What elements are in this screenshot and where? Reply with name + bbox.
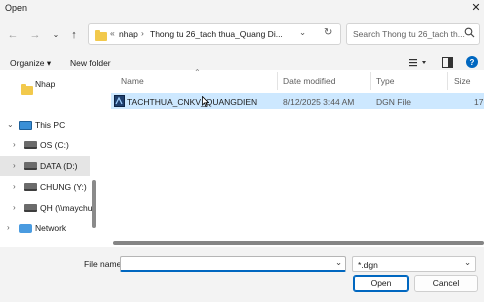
file-type-value[interactable]: *.dgn [358, 260, 378, 270]
chevron-right-icon[interactable]: › [13, 177, 16, 197]
chevron-down-icon[interactable]: ⌄ [335, 257, 342, 268]
drive-icon [24, 162, 37, 170]
search-icon[interactable] [464, 27, 475, 38]
preview-pane-icon[interactable] [442, 57, 453, 68]
chevron-right-icon[interactable]: › [13, 198, 16, 218]
column-divider[interactable] [277, 72, 278, 90]
search-placeholder[interactable]: Search Thong tu 26_tach th... [353, 29, 465, 39]
file-name: TACHTHUA_CNKV_QUANGDIEN [127, 97, 258, 107]
help-icon[interactable]: ? [466, 56, 478, 68]
cancel-button[interactable]: Cancel [414, 275, 478, 292]
title-bar [0, 0, 484, 16]
sidebar-item-label: Network [35, 223, 67, 233]
breadcrumb-segment[interactable]: nhap [119, 29, 138, 39]
sidebar-item-chung-y[interactable]: › CHUNG (Y:) [0, 177, 90, 197]
sidebar-item-label: OS (C:) [40, 140, 69, 150]
drive-icon [24, 183, 37, 191]
sidebar-item-label: CHUNG (Y:) [40, 182, 87, 192]
refresh-icon[interactable]: ↻ [324, 27, 332, 38]
sidebar-item-qh-maychu[interactable]: › QH (\\maychu) [0, 198, 95, 218]
open-button[interactable]: Open [353, 275, 409, 292]
file-row[interactable]: TACHTHUA_CNKV_QUANGDIEN 8/12/2025 3:44 A… [111, 93, 484, 109]
chevron-right-icon[interactable]: › [13, 156, 16, 176]
new-folder-button[interactable]: New folder [70, 58, 111, 68]
column-header-date[interactable]: Date modified [283, 76, 335, 86]
view-menu-button[interactable] [408, 57, 430, 69]
back-arrow-icon[interactable]: ← [5, 27, 21, 43]
chevron-down-icon[interactable]: ⌄ [464, 257, 471, 268]
organize-button[interactable]: Organize ▾ [10, 58, 51, 69]
file-size: 176 [474, 97, 484, 107]
sidebar-item-network[interactable]: › Network [0, 218, 90, 238]
list-view-icon [409, 59, 426, 67]
forward-arrow-icon[interactable]: → [27, 27, 43, 43]
column-divider[interactable] [447, 72, 448, 90]
column-header-size[interactable]: Size [454, 76, 471, 86]
chevron-right-icon[interactable]: › [7, 218, 10, 238]
sidebar-scrollbar[interactable] [92, 180, 96, 228]
recent-locations-chevron-icon[interactable]: ⌄ [48, 27, 64, 43]
file-type: DGN File [376, 97, 411, 107]
sort-ascending-icon: ⌃ [194, 68, 201, 77]
file-date: 8/12/2025 3:44 AM [283, 97, 355, 107]
column-header-name[interactable]: Name [121, 76, 144, 86]
sidebar-item-label: DATA (D:) [40, 161, 78, 171]
breadcrumb-overflow-icon[interactable]: « [110, 28, 115, 38]
network-icon [19, 224, 32, 233]
mouse-cursor-icon [202, 95, 210, 108]
column-header-type[interactable]: Type [376, 76, 394, 86]
address-bar[interactable]: « nhap › Thong tu 26_tach thua_Quang Di.… [88, 23, 341, 45]
close-icon[interactable]: ✕ [468, 0, 484, 16]
chevron-right-icon[interactable]: › [13, 135, 16, 155]
address-dropdown-icon[interactable]: ⌄ [299, 27, 306, 38]
sidebar-item-label: QH (\\maychu) [40, 203, 96, 213]
horizontal-scrollbar[interactable] [113, 241, 484, 245]
folder-icon [21, 84, 33, 96]
pc-icon [19, 121, 32, 130]
chevron-down-icon[interactable]: ⌄ [7, 115, 14, 135]
sidebar-item-data-d[interactable]: › DATA (D:) [0, 156, 90, 176]
window-title: Open [5, 3, 28, 13]
folder-icon [95, 30, 107, 42]
up-arrow-icon[interactable]: ↑ [66, 27, 82, 43]
file-type-select[interactable]: *.dgn ⌄ [352, 256, 476, 272]
file-name-label: File name: [84, 259, 124, 269]
svg-text:?: ? [470, 58, 475, 67]
sidebar-item-label: This PC [35, 120, 66, 130]
breadcrumb-separator-icon[interactable]: › [141, 28, 144, 38]
column-divider[interactable] [370, 72, 371, 90]
sidebar-item-os-c[interactable]: › OS (C:) [0, 135, 90, 155]
breadcrumb-segment[interactable]: Thong tu 26_tach thua_Quang Di... [150, 29, 283, 39]
sidebar-item-this-pc[interactable]: ⌄ This PC [0, 115, 90, 135]
network-drive-icon [24, 204, 37, 212]
dgn-file-icon [114, 95, 125, 107]
file-name-input[interactable]: ⌄ [120, 256, 346, 272]
search-box[interactable]: Search Thong tu 26_tach th... [346, 23, 480, 45]
sidebar-item-label: Nhap [35, 79, 56, 89]
drive-icon [24, 141, 37, 149]
sidebar-item-nhap[interactable]: Nhap [0, 74, 90, 96]
